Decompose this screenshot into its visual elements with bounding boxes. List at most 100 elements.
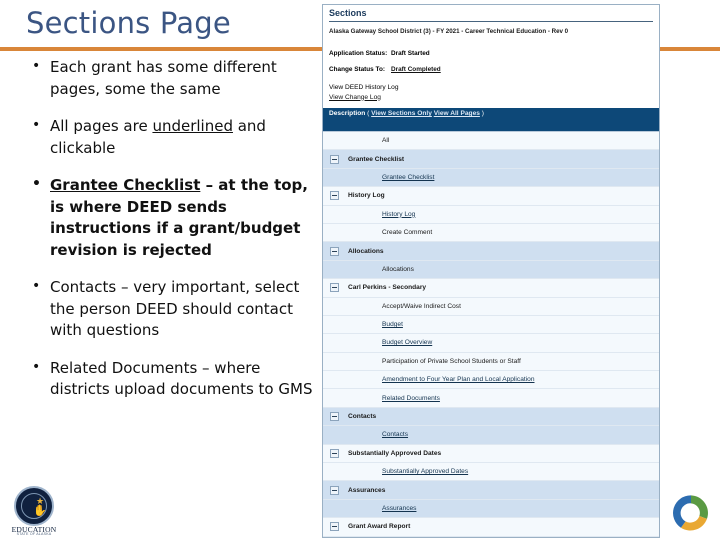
tree-row: Grant Award Report xyxy=(323,518,659,537)
page-title: Sections Page xyxy=(26,6,231,40)
log-links: View DEED History Log View Change Log xyxy=(323,83,659,102)
bullet-list: Each grant has some different pages, som… xyxy=(26,56,322,417)
collapse-minus-icon[interactable] xyxy=(330,283,339,293)
gms-sections-screenshot: Sections Alaska Gateway School District … xyxy=(322,4,660,538)
tree-item-label: Substantially Approved Dates xyxy=(348,449,442,457)
tree-item-label: Carl Perkins - Secondary xyxy=(348,284,427,292)
tree-item-link[interactable]: Budget Overview xyxy=(382,339,432,346)
bullet-item: Contacts – very important, select the pe… xyxy=(26,276,322,342)
tree-row[interactable]: Grantee Checklist xyxy=(323,168,659,188)
bullet-underlined-term: underlined xyxy=(152,117,233,135)
view-change-log-link[interactable]: View Change Log xyxy=(329,93,653,103)
collapse-minus-icon[interactable] xyxy=(330,191,339,201)
view-all-pages-link[interactable]: View All Pages xyxy=(434,110,480,117)
tree-item-link[interactable]: Related Documents xyxy=(382,395,440,402)
tree-row: Contacts xyxy=(323,407,659,427)
tree-row[interactable]: Related Documents xyxy=(323,389,659,408)
tree-row: All xyxy=(323,132,659,151)
tree-row[interactable]: History Log xyxy=(323,205,659,224)
tree-row[interactable]: Amendment to Four Year Plan and Local Ap… xyxy=(323,371,659,390)
view-deed-history-log-text: View DEED History Log xyxy=(329,84,399,91)
tree-item-label: Allocations xyxy=(348,247,384,255)
panel-title: Sections xyxy=(329,8,367,18)
tree-item-link[interactable]: Amendment to Four Year Plan and Local Ap… xyxy=(382,376,535,383)
tree-row[interactable]: Grant Award Report xyxy=(323,536,659,537)
collapse-minus-icon[interactable] xyxy=(330,485,339,495)
seal-subtext: STATE OF ALASKA xyxy=(16,532,52,536)
tree-item-label: History Log xyxy=(348,192,385,200)
application-status-value: Draft Started xyxy=(391,50,430,57)
collapse-minus-icon[interactable] xyxy=(330,246,339,256)
collapse-minus-icon[interactable] xyxy=(330,412,339,422)
change-status-label: Change Status To: xyxy=(329,66,385,73)
change-status-row: Change Status To: Draft Completed xyxy=(329,66,653,73)
bullet-item: Grantee Checklist – at the top, is where… xyxy=(26,174,322,261)
tree-item-label: All xyxy=(382,137,390,145)
panel-title-rule xyxy=(329,21,653,22)
tree-item-label: Assurances xyxy=(348,486,386,494)
application-status-label: Application Status: xyxy=(329,50,388,57)
bullet-item: All pages are underlined and clickable xyxy=(26,115,322,159)
change-status-link[interactable]: Draft Completed xyxy=(391,66,441,73)
application-status-row: Application Status: Draft Started xyxy=(329,50,653,57)
seal-circle: ★ ✋ xyxy=(14,486,54,526)
tree-item-link[interactable]: History Log xyxy=(382,211,415,218)
hand-icon: ✋ xyxy=(33,505,47,517)
tree-row: Carl Perkins - Secondary xyxy=(323,279,659,298)
tree-row: Allocations xyxy=(323,260,659,280)
tree-row: Grantee Checklist xyxy=(323,150,659,169)
description-paren-close: ) xyxy=(479,110,484,117)
tree-row[interactable]: Assurances xyxy=(323,499,659,519)
alaska-education-seal-logo: ★ ✋ EDUCATION STATE OF ALASKA xyxy=(8,486,60,536)
status-block: Application Status: Draft Started Change… xyxy=(323,50,659,73)
sections-tree: All Grantee Checklist Grantee Checklist His… xyxy=(323,131,659,537)
bullet-item: Each grant has some different pages, som… xyxy=(26,56,322,100)
tree-item-label: Accept/Waive Indirect Cost xyxy=(382,302,461,310)
tree-item-link[interactable]: Grantee Checklist xyxy=(382,174,434,181)
tree-row[interactable]: Contacts xyxy=(323,426,659,445)
tree-item-label: Grantee Checklist xyxy=(348,155,405,163)
tree-row: Assurances xyxy=(323,481,659,500)
tree-item-link[interactable]: Assurances xyxy=(382,505,416,512)
tree-row: History Log xyxy=(323,187,659,206)
tree-item-link[interactable]: Substantially Approved Dates xyxy=(382,468,468,475)
tree-item-link[interactable]: Contacts xyxy=(382,431,408,438)
tree-row: Create Comment xyxy=(323,223,659,243)
collapse-minus-icon[interactable] xyxy=(330,448,339,458)
tree-item-label: Contacts xyxy=(348,413,377,421)
tree-item-link[interactable]: Budget xyxy=(382,321,403,328)
view-sections-only-link[interactable]: View Sections Only xyxy=(371,110,432,117)
bullet-item: Related Documents – where districts uplo… xyxy=(26,357,322,401)
description-toolbar: Description ( View Sections Only View Al… xyxy=(323,108,659,131)
tree-row[interactable]: Substantially Approved Dates xyxy=(323,463,659,482)
collapse-minus-icon[interactable] xyxy=(330,522,339,532)
tree-row[interactable]: Budget Overview xyxy=(323,334,659,353)
bullet-underlined-term: Grantee Checklist xyxy=(50,176,201,194)
tree-item-label: Create Comment xyxy=(382,229,433,237)
tree-item-label: Grant Award Report xyxy=(348,523,411,531)
application-subtitle: Alaska Gateway School District (3) - FY … xyxy=(329,28,569,35)
tree-row[interactable]: Budget xyxy=(323,315,659,335)
tree-item-label: Participation of Private School Students… xyxy=(382,357,521,365)
tri-swirl-logo xyxy=(673,495,708,531)
tree-row: Allocations xyxy=(323,242,659,261)
tree-row: Substantially Approved Dates xyxy=(323,444,659,464)
collapse-minus-icon[interactable] xyxy=(330,154,339,164)
description-label: Description xyxy=(329,110,366,117)
tree-row: Accept/Waive Indirect Cost xyxy=(323,297,659,316)
panel-header: Sections Alaska Gateway School District … xyxy=(323,5,659,36)
tree-item-label: Allocations xyxy=(382,265,414,273)
